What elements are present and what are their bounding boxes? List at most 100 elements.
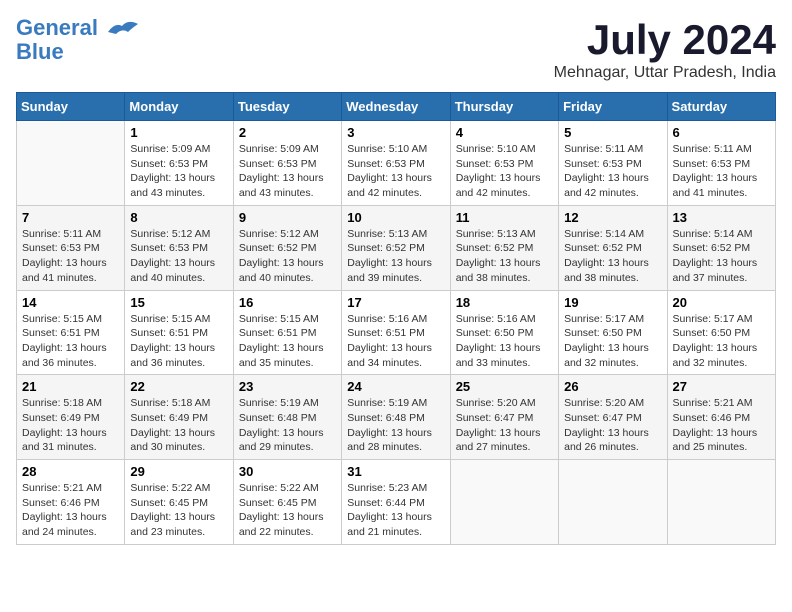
calendar-cell: 2 Sunrise: 5:09 AM Sunset: 6:53 PM Daylig… bbox=[233, 121, 341, 206]
calendar-cell: 1 Sunrise: 5:09 AM Sunset: 6:53 PM Daylig… bbox=[125, 121, 233, 206]
day-info: Sunrise: 5:16 AM Sunset: 6:51 PM Dayligh… bbox=[347, 312, 444, 371]
calendar-table: SundayMondayTuesdayWednesdayThursdayFrid… bbox=[16, 92, 776, 545]
day-info: Sunrise: 5:10 AM Sunset: 6:53 PM Dayligh… bbox=[456, 142, 553, 201]
day-number: 3 bbox=[347, 125, 444, 140]
calendar-week-1: 1 Sunrise: 5:09 AM Sunset: 6:53 PM Daylig… bbox=[17, 121, 776, 206]
calendar-week-5: 28Sunrise: 5:21 AM Sunset: 6:46 PM Dayli… bbox=[17, 460, 776, 545]
day-info: Sunrise: 5:09 AM Sunset: 6:53 PM Dayligh… bbox=[239, 142, 336, 201]
logo: General Blue bbox=[16, 16, 140, 64]
calendar-cell: 3 Sunrise: 5:10 AM Sunset: 6:53 PM Daylig… bbox=[342, 121, 450, 206]
day-info: Sunrise: 5:16 AM Sunset: 6:50 PM Dayligh… bbox=[456, 312, 553, 371]
day-number: 9 bbox=[239, 210, 336, 225]
day-number: 1 bbox=[130, 125, 227, 140]
calendar-cell: 20 Sunrise: 5:17 AM Sunset: 6:50 PM Dayli… bbox=[667, 290, 775, 375]
day-info: Sunrise: 5:10 AM Sunset: 6:53 PM Dayligh… bbox=[347, 142, 444, 201]
day-number: 21 bbox=[22, 379, 119, 394]
day-number: 29 bbox=[130, 464, 227, 479]
calendar-cell bbox=[450, 460, 558, 545]
day-info: Sunrise: 5:22 AM Sunset: 6:45 PM Dayligh… bbox=[130, 481, 227, 540]
column-header-monday: Monday bbox=[125, 93, 233, 121]
day-number: 16 bbox=[239, 295, 336, 310]
day-info: Sunrise: 5:14 AM Sunset: 6:52 PM Dayligh… bbox=[673, 227, 770, 286]
calendar-cell: 4Sunrise: 5:10 AM Sunset: 6:53 PM Daylig… bbox=[450, 121, 558, 206]
day-number: 23 bbox=[239, 379, 336, 394]
calendar-cell: 23 Sunrise: 5:19 AM Sunset: 6:48 PM Dayli… bbox=[233, 375, 341, 460]
day-info: Sunrise: 5:14 AM Sunset: 6:52 PM Dayligh… bbox=[564, 227, 661, 286]
day-info: Sunrise: 5:19 AM Sunset: 6:48 PM Dayligh… bbox=[347, 396, 444, 455]
calendar-cell: 22 Sunrise: 5:18 AM Sunset: 6:49 PM Dayli… bbox=[125, 375, 233, 460]
day-number: 25 bbox=[456, 379, 553, 394]
day-number: 17 bbox=[347, 295, 444, 310]
calendar-cell: 26 Sunrise: 5:20 AM Sunset: 6:47 PM Dayli… bbox=[559, 375, 667, 460]
day-info: Sunrise: 5:18 AM Sunset: 6:49 PM Dayligh… bbox=[130, 396, 227, 455]
calendar-cell bbox=[667, 460, 775, 545]
calendar-header-row: SundayMondayTuesdayWednesdayThursdayFrid… bbox=[17, 93, 776, 121]
calendar-week-4: 21 Sunrise: 5:18 AM Sunset: 6:49 PM Dayli… bbox=[17, 375, 776, 460]
day-number: 13 bbox=[673, 210, 770, 225]
month-year: July 2024 bbox=[554, 16, 776, 64]
day-info: Sunrise: 5:22 AM Sunset: 6:45 PM Dayligh… bbox=[239, 481, 336, 540]
day-number: 15 bbox=[130, 295, 227, 310]
calendar-cell: 28Sunrise: 5:21 AM Sunset: 6:46 PM Dayli… bbox=[17, 460, 125, 545]
calendar-cell: 13 Sunrise: 5:14 AM Sunset: 6:52 PM Dayli… bbox=[667, 205, 775, 290]
day-number: 24 bbox=[347, 379, 444, 394]
calendar-cell: 11 Sunrise: 5:13 AM Sunset: 6:52 PM Dayli… bbox=[450, 205, 558, 290]
day-info: Sunrise: 5:11 AM Sunset: 6:53 PM Dayligh… bbox=[564, 142, 661, 201]
day-info: Sunrise: 5:18 AM Sunset: 6:49 PM Dayligh… bbox=[22, 396, 119, 455]
day-number: 19 bbox=[564, 295, 661, 310]
logo-bird-icon bbox=[100, 14, 140, 49]
day-number: 27 bbox=[673, 379, 770, 394]
calendar-cell: 14Sunrise: 5:15 AM Sunset: 6:51 PM Dayli… bbox=[17, 290, 125, 375]
location: Mehnagar, Uttar Pradesh, India bbox=[554, 64, 776, 82]
day-number: 6 bbox=[673, 125, 770, 140]
calendar-week-3: 14Sunrise: 5:15 AM Sunset: 6:51 PM Dayli… bbox=[17, 290, 776, 375]
column-header-thursday: Thursday bbox=[450, 93, 558, 121]
day-number: 18 bbox=[456, 295, 553, 310]
calendar-cell: 10Sunrise: 5:13 AM Sunset: 6:52 PM Dayli… bbox=[342, 205, 450, 290]
day-number: 11 bbox=[456, 210, 553, 225]
calendar-cell: 18 Sunrise: 5:16 AM Sunset: 6:50 PM Dayli… bbox=[450, 290, 558, 375]
logo-text: General Blue bbox=[16, 16, 98, 64]
day-info: Sunrise: 5:20 AM Sunset: 6:47 PM Dayligh… bbox=[564, 396, 661, 455]
calendar-cell bbox=[559, 460, 667, 545]
calendar-cell: 25 Sunrise: 5:20 AM Sunset: 6:47 PM Dayli… bbox=[450, 375, 558, 460]
day-info: Sunrise: 5:11 AM Sunset: 6:53 PM Dayligh… bbox=[22, 227, 119, 286]
logo-line1: General bbox=[16, 15, 98, 40]
day-info: Sunrise: 5:20 AM Sunset: 6:47 PM Dayligh… bbox=[456, 396, 553, 455]
calendar-cell: 17 Sunrise: 5:16 AM Sunset: 6:51 PM Dayli… bbox=[342, 290, 450, 375]
calendar-cell bbox=[17, 121, 125, 206]
calendar-cell: 27 Sunrise: 5:21 AM Sunset: 6:46 PM Dayli… bbox=[667, 375, 775, 460]
day-info: Sunrise: 5:13 AM Sunset: 6:52 PM Dayligh… bbox=[347, 227, 444, 286]
calendar-cell: 21 Sunrise: 5:18 AM Sunset: 6:49 PM Dayli… bbox=[17, 375, 125, 460]
day-info: Sunrise: 5:13 AM Sunset: 6:52 PM Dayligh… bbox=[456, 227, 553, 286]
day-info: Sunrise: 5:15 AM Sunset: 6:51 PM Dayligh… bbox=[130, 312, 227, 371]
day-info: Sunrise: 5:21 AM Sunset: 6:46 PM Dayligh… bbox=[673, 396, 770, 455]
day-number: 22 bbox=[130, 379, 227, 394]
day-number: 2 bbox=[239, 125, 336, 140]
day-number: 8 bbox=[130, 210, 227, 225]
day-info: Sunrise: 5:15 AM Sunset: 6:51 PM Dayligh… bbox=[22, 312, 119, 371]
column-header-sunday: Sunday bbox=[17, 93, 125, 121]
calendar-cell: 9Sunrise: 5:12 AM Sunset: 6:52 PM Daylig… bbox=[233, 205, 341, 290]
column-header-saturday: Saturday bbox=[667, 93, 775, 121]
day-info: Sunrise: 5:19 AM Sunset: 6:48 PM Dayligh… bbox=[239, 396, 336, 455]
calendar-cell: 19Sunrise: 5:17 AM Sunset: 6:50 PM Dayli… bbox=[559, 290, 667, 375]
day-info: Sunrise: 5:17 AM Sunset: 6:50 PM Dayligh… bbox=[673, 312, 770, 371]
day-number: 7 bbox=[22, 210, 119, 225]
calendar-cell: 7 Sunrise: 5:11 AM Sunset: 6:53 PM Daylig… bbox=[17, 205, 125, 290]
day-info: Sunrise: 5:11 AM Sunset: 6:53 PM Dayligh… bbox=[673, 142, 770, 201]
calendar-week-2: 7 Sunrise: 5:11 AM Sunset: 6:53 PM Daylig… bbox=[17, 205, 776, 290]
header: General Blue July 2024 Mehnagar, Uttar P… bbox=[16, 16, 776, 82]
day-info: Sunrise: 5:12 AM Sunset: 6:53 PM Dayligh… bbox=[130, 227, 227, 286]
calendar-cell: 24 Sunrise: 5:19 AM Sunset: 6:48 PM Dayli… bbox=[342, 375, 450, 460]
day-number: 20 bbox=[673, 295, 770, 310]
calendar-cell: 31Sunrise: 5:23 AM Sunset: 6:44 PM Dayli… bbox=[342, 460, 450, 545]
calendar-cell: 30Sunrise: 5:22 AM Sunset: 6:45 PM Dayli… bbox=[233, 460, 341, 545]
calendar-cell: 15 Sunrise: 5:15 AM Sunset: 6:51 PM Dayli… bbox=[125, 290, 233, 375]
day-info: Sunrise: 5:09 AM Sunset: 6:53 PM Dayligh… bbox=[130, 142, 227, 201]
day-info: Sunrise: 5:21 AM Sunset: 6:46 PM Dayligh… bbox=[22, 481, 119, 540]
day-info: Sunrise: 5:23 AM Sunset: 6:44 PM Dayligh… bbox=[347, 481, 444, 540]
calendar-cell: 12Sunrise: 5:14 AM Sunset: 6:52 PM Dayli… bbox=[559, 205, 667, 290]
day-number: 26 bbox=[564, 379, 661, 394]
column-header-wednesday: Wednesday bbox=[342, 93, 450, 121]
